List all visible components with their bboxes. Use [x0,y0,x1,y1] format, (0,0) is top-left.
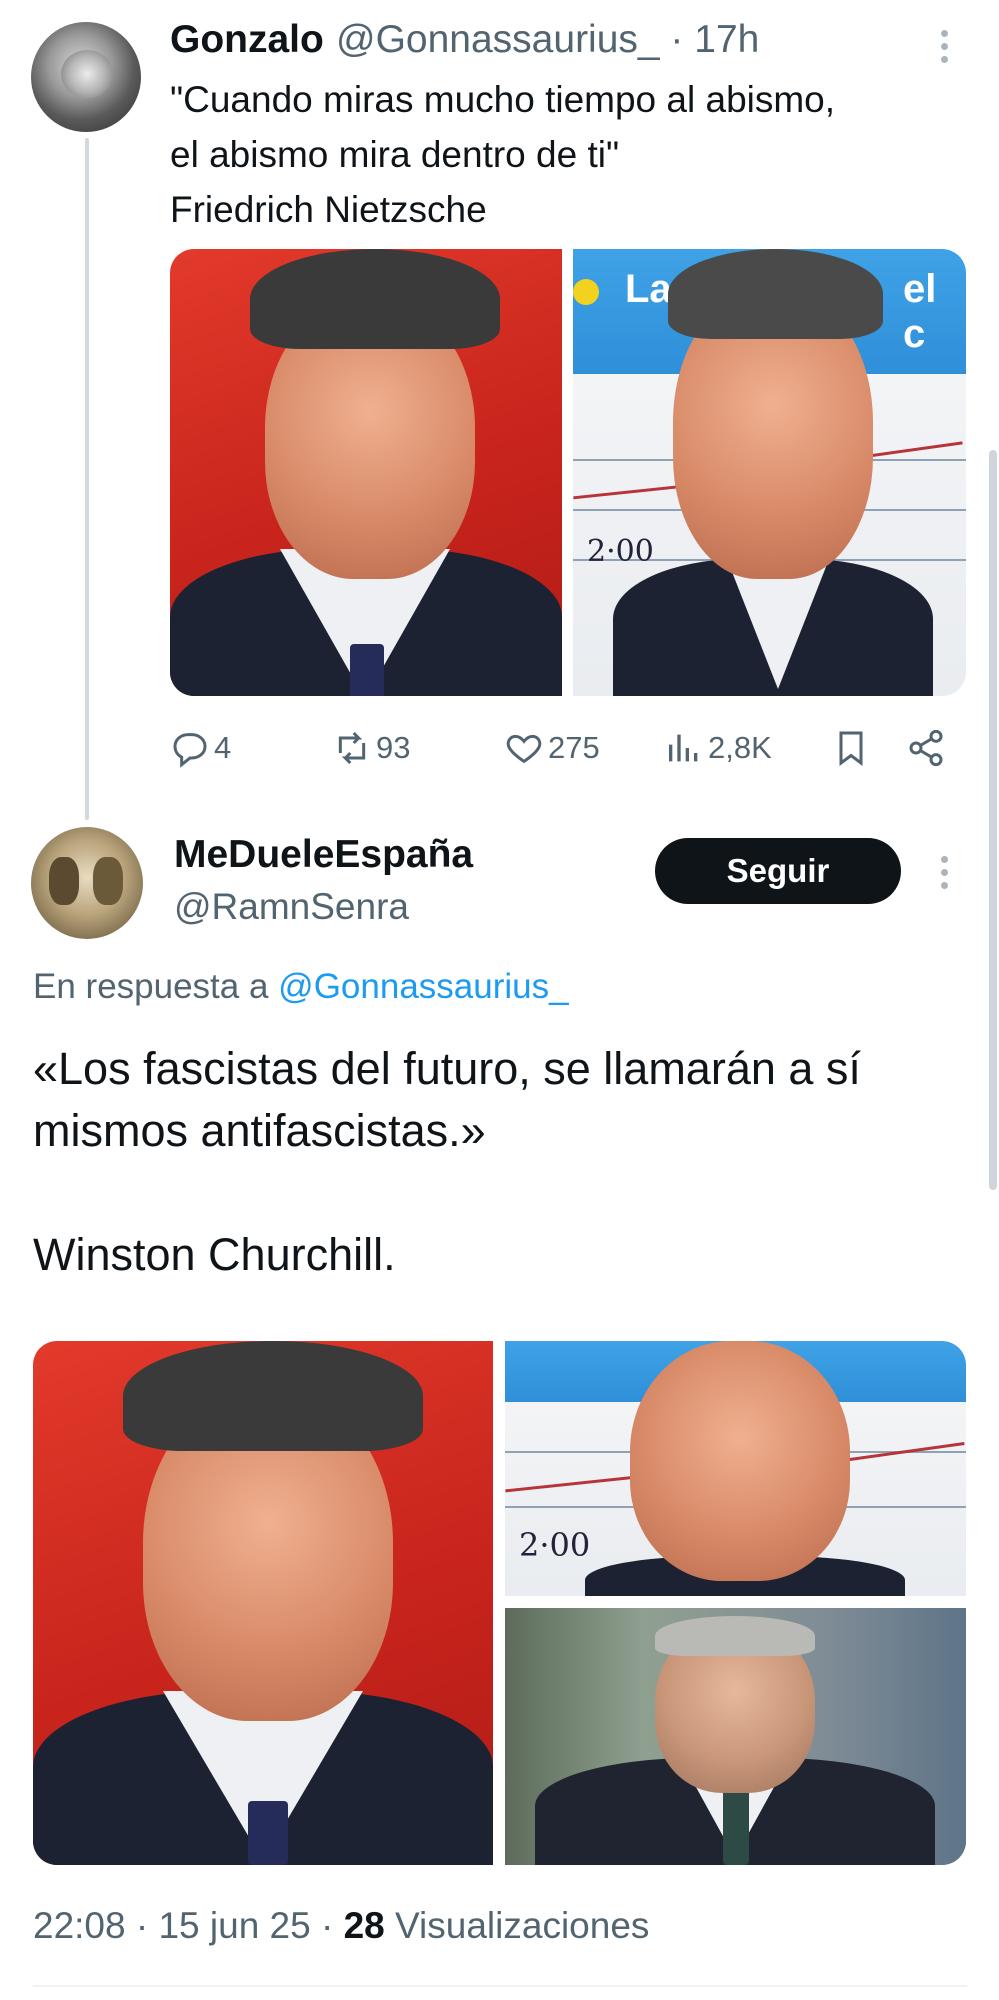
tweet-image-3[interactable] [505,1608,966,1865]
tweet-text: "Cuando miras mucho tiempo al abismo, el… [170,79,836,230]
retweet-icon [338,731,366,765]
reply-prefix: En respuesta a [33,967,269,1006]
author-handle[interactable]: @RamnSenra [174,882,409,932]
timestamp-text: 22:08 · 15 jun 25 · [33,1905,334,1946]
retweet-button[interactable]: 93 [332,720,410,776]
reply-handle-link[interactable]: @Gonnassaurius_ [278,967,568,1006]
like-button[interactable]: 275 [504,720,600,776]
reply-button[interactable]: 4 [170,720,231,776]
reply-context: En respuesta a @Gonnassaurius_ [33,962,569,1012]
image-overlay-text: La [625,267,672,311]
bookmark-icon [839,731,863,766]
views-icon [669,734,698,762]
author-name[interactable]: Gonzalo [170,16,324,64]
thread-connector-line [85,138,89,820]
tweet-image-2[interactable]: 2·00 [505,1341,966,1596]
scrollbar[interactable] [989,450,997,1190]
tweet-text: «Los fascistas del futuro, se llamarán a… [33,1043,861,1280]
reply-count: 4 [214,730,232,765]
tweet-timestamp: 22:08 · 15 jun 25 · 28 Visualizaciones [33,1900,649,1952]
more-icon[interactable] [934,22,954,70]
tweet-image-1[interactable] [33,1341,493,1865]
follow-button[interactable]: Seguir [655,838,901,904]
image-overlay-text-right: el c [903,267,937,356]
retweet-count: 93 [376,730,411,765]
author-avatar[interactable] [31,22,141,132]
like-count: 275 [548,730,600,765]
share-button[interactable] [906,720,946,776]
author-avatar[interactable] [31,827,143,939]
divider [33,1985,967,1987]
author-name[interactable]: MeDueleEspaña [174,830,473,880]
like-icon [506,734,542,764]
views-count: 28 [343,1905,385,1946]
views-button[interactable]: 2,8K [664,720,772,776]
more-icon[interactable] [934,848,954,896]
share-icon [909,729,943,767]
views-count: 2,8K [708,730,772,765]
bookmark-button[interactable] [831,720,871,776]
tweet-image-2[interactable]: La el c 2·00 [573,249,966,696]
views-label: Visualizaciones [395,1905,650,1946]
tweet-image-1[interactable] [170,249,562,696]
reply-icon [173,733,207,768]
author-handle-time[interactable]: @Gonnassaurius_ · 17h [336,16,759,64]
